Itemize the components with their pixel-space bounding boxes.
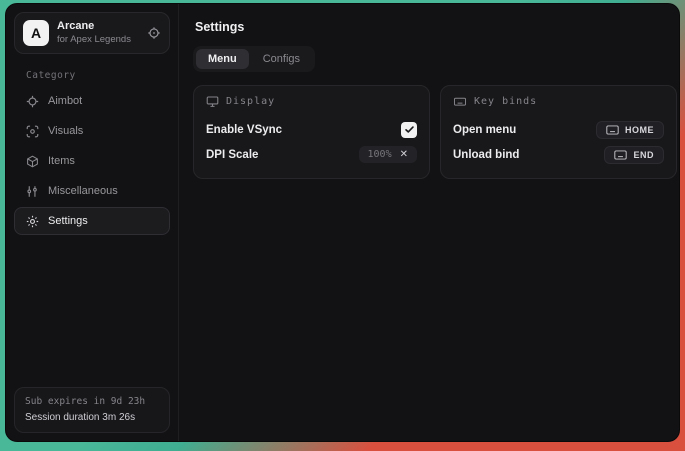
keybinds-card: Key binds Open menu HOME Unload bin: [440, 85, 677, 179]
open-menu-label: Open menu: [453, 124, 516, 136]
main-panel: Settings Menu Configs Display: [179, 4, 680, 441]
open-menu-row: Open menu HOME: [453, 117, 664, 142]
package-icon: [26, 155, 39, 168]
crosshair-status-icon[interactable]: [147, 26, 161, 40]
tab-bar: Menu Configs: [193, 46, 315, 72]
monitor-icon: [206, 95, 219, 108]
clear-icon[interactable]: ✕: [400, 150, 408, 160]
sidebar-item-aimbot[interactable]: Aimbot: [14, 87, 170, 115]
brand-subtitle: for Apex Legends: [57, 34, 139, 46]
dpi-scale-input[interactable]: 100% ✕: [359, 146, 417, 163]
unload-bind-row: Unload bind END: [453, 142, 664, 167]
sidebar-item-label: Aimbot: [48, 95, 82, 107]
sidebar-item-items[interactable]: Items: [14, 147, 170, 175]
sidebar-item-miscellaneous[interactable]: Miscellaneous: [14, 177, 170, 205]
open-menu-keybind-button[interactable]: HOME: [596, 121, 664, 139]
unload-keybind-button[interactable]: END: [604, 146, 664, 164]
dpi-label: DPI Scale: [206, 149, 258, 161]
sidebar-item-label: Visuals: [48, 125, 83, 137]
sidebar-item-label: Miscellaneous: [48, 185, 118, 197]
sidebar-spacer: [14, 235, 170, 387]
brand-title: Arcane: [57, 20, 139, 34]
keyboard-icon: [453, 95, 467, 108]
category-label: Category: [26, 70, 170, 81]
dpi-scale-value: 100%: [368, 149, 392, 160]
scan-eye-icon: [26, 125, 39, 138]
app-window: A Arcane for Apex Legends Category: [5, 3, 680, 442]
keybinds-card-header: Key binds: [453, 95, 664, 108]
brand-card[interactable]: A Arcane for Apex Legends: [14, 12, 170, 54]
display-card: Display Enable VSync DPI Scale 100% ✕: [193, 85, 430, 179]
dpi-row: DPI Scale 100% ✕: [206, 142, 417, 167]
display-card-header: Display: [206, 95, 417, 108]
settings-cards: Display Enable VSync DPI Scale 100% ✕: [193, 85, 677, 179]
sidebar-item-label: Items: [48, 155, 75, 167]
sidebar: A Arcane for Apex Legends Category: [6, 4, 179, 441]
tab-menu[interactable]: Menu: [196, 49, 249, 69]
vsync-row: Enable VSync: [206, 117, 417, 142]
unload-bind-key: END: [633, 150, 654, 160]
session-duration-text: Session duration 3m 26s: [25, 410, 159, 426]
gear-icon: [26, 215, 39, 228]
page-title: Settings: [195, 20, 677, 34]
tab-configs[interactable]: Configs: [251, 49, 312, 69]
app-logo: A: [23, 20, 49, 46]
vsync-label: Enable VSync: [206, 124, 282, 136]
check-icon: [404, 124, 415, 135]
keyboard-key-icon: [606, 125, 619, 135]
sidebar-nav: Aimbot Visuals: [14, 87, 170, 235]
sidebar-item-label: Settings: [48, 215, 88, 227]
sub-expiry-text: Sub expires in 9d 23h: [25, 395, 159, 410]
display-card-title: Display: [226, 96, 275, 107]
sidebar-item-settings[interactable]: Settings: [14, 207, 170, 235]
open-menu-key: HOME: [625, 125, 654, 135]
crosshair-icon: [26, 95, 39, 108]
unload-bind-label: Unload bind: [453, 149, 519, 161]
sidebar-item-visuals[interactable]: Visuals: [14, 117, 170, 145]
subscription-status-card: Sub expires in 9d 23h Session duration 3…: [14, 387, 170, 433]
brand-text: Arcane for Apex Legends: [57, 20, 139, 46]
vsync-checkbox[interactable]: [401, 122, 417, 138]
keyboard-key-icon: [614, 150, 627, 160]
keybinds-card-title: Key binds: [474, 96, 537, 107]
sliders-icon: [26, 185, 39, 198]
